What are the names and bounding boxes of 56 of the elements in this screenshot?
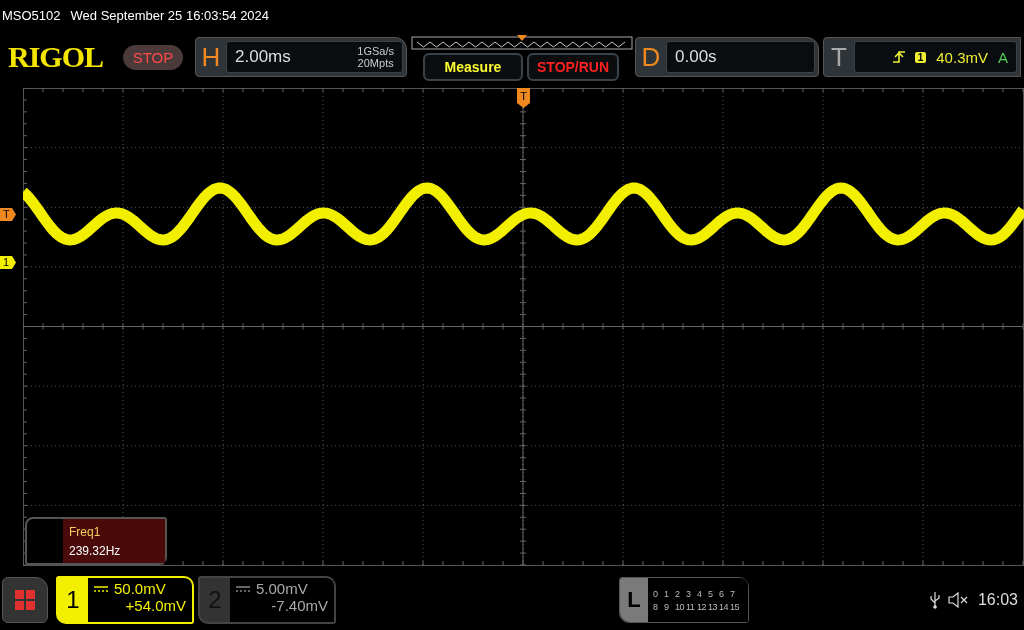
clock-time: 16:03 (977, 591, 1018, 609)
logic-panel[interactable]: L 0 1 2 3 4 5 6 7 8 9 10 11 12 13 14 15 (619, 577, 749, 623)
date-time: Wed September 25 16:03:54 2024 (70, 7, 270, 23)
measurement-value: 239.32Hz (69, 543, 122, 558)
menu-button[interactable] (2, 577, 48, 623)
trigger-source: 1 (914, 51, 927, 63)
digital-channel-number: 4 (697, 588, 703, 599)
digital-channel-number: 8 (653, 601, 659, 612)
digital-channel-number: 0 (653, 588, 659, 599)
grid-menu-icon (15, 590, 35, 610)
digital-channel-number: 15 (730, 601, 740, 612)
channel-number: 1 (65, 585, 81, 615)
digital-channel-number: 1 (664, 588, 670, 599)
trigger-label: T (830, 40, 848, 74)
trigger-mode: A (998, 48, 1008, 66)
stop-run-button[interactable]: STOP/RUN (527, 52, 619, 81)
digital-channel-number: 2 (675, 588, 681, 599)
trigger-panel[interactable]: T 1 40.3mV A (823, 37, 1021, 77)
channel-offset: +54.0mV (125, 597, 186, 614)
digital-channel-number: 3 (686, 588, 692, 599)
digital-channel-number: 6 (719, 588, 725, 599)
trigger-position-marker[interactable]: T (517, 88, 530, 108)
usb-icon (929, 591, 940, 609)
muted-speaker-icon[interactable] (947, 592, 970, 608)
horizontal-label: H (200, 40, 222, 74)
horizontal-panel[interactable]: H 2.00ms 1GSa/s 20Mpts (195, 37, 407, 77)
digital-channel-number: 10 (675, 601, 685, 612)
delay-label: D (640, 40, 662, 74)
dc-coupling-icon (94, 585, 108, 592)
digital-channel-number: 14 (719, 601, 729, 612)
trigger-level-marker[interactable]: T (0, 208, 16, 221)
measure-button[interactable]: Measure (423, 52, 523, 81)
delay-field: 0.00s (666, 41, 815, 73)
digital-channel-number: 7 (730, 588, 736, 599)
model-name: MSO5102 (2, 7, 61, 23)
digital-channel-number: 13 (708, 601, 718, 612)
channel-marker[interactable]: 1 (0, 256, 16, 269)
delay-panel[interactable]: D 0.00s (635, 37, 819, 77)
rising-edge-icon (892, 50, 905, 64)
channel-offset: -7.40mV (271, 597, 328, 614)
channel-scale: 50.0mV (114, 580, 166, 597)
sample-rate: 1GSa/s (357, 45, 394, 57)
measurement-panel[interactable]: Freq1 239.32Hz (25, 517, 167, 565)
channel-scale: 5.00mV (256, 580, 308, 597)
logic-label: L (620, 578, 648, 622)
trigger-level: 40.3mV (936, 48, 988, 66)
digital-channel-number: 11 (686, 601, 696, 612)
digital-channel-number: 12 (697, 601, 707, 612)
channel-panel[interactable]: 1 50.0mV +54.0mV (56, 576, 194, 624)
brand-logo: RIGOL (8, 40, 105, 74)
timebase-value: 2.00ms (235, 47, 291, 67)
memory-depth: 20Mpts (357, 57, 394, 69)
digital-channel-number: 5 (708, 588, 714, 599)
digital-channel-number: 9 (664, 601, 670, 612)
dc-coupling-icon (236, 585, 250, 592)
measurement-name: Freq1 (69, 524, 102, 539)
